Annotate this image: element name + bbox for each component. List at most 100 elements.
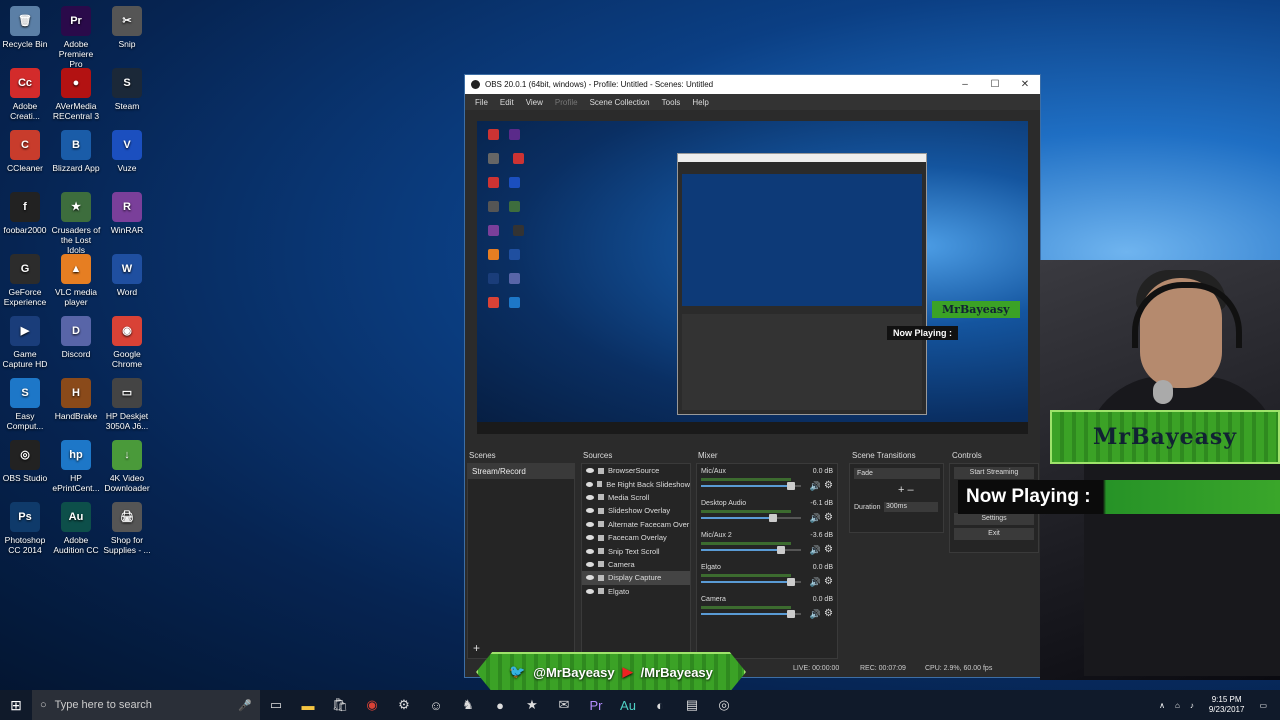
- volume-slider[interactable]: [701, 578, 801, 586]
- menu-help[interactable]: Help: [692, 98, 708, 107]
- desktop-icon[interactable]: ★ Crusaders of the Lost Idols: [51, 192, 101, 255]
- menu-profile[interactable]: Profile: [555, 98, 578, 107]
- source-item[interactable]: Display Capture: [582, 571, 690, 585]
- start-button[interactable]: ⊞: [0, 690, 32, 720]
- eye-icon[interactable]: [586, 575, 594, 581]
- volume-slider[interactable]: [701, 546, 801, 554]
- speaker-icon[interactable]: 🔊: [810, 513, 821, 524]
- scene-item[interactable]: Stream/Record: [468, 464, 574, 479]
- desktop-icon[interactable]: B Blizzard App: [51, 130, 101, 173]
- desktop-icon[interactable]: Cc Adobe Creati...: [0, 68, 50, 121]
- mail-icon[interactable]: ✉: [548, 697, 580, 713]
- steam-icon[interactable]: ⚙: [388, 697, 420, 713]
- desktop-icon[interactable]: ◎ OBS Studio: [0, 440, 50, 483]
- eye-icon[interactable]: [586, 468, 594, 474]
- close-button[interactable]: ✕: [1010, 75, 1040, 94]
- menu-file[interactable]: File: [475, 98, 488, 107]
- eye-icon[interactable]: [586, 588, 594, 594]
- source-item[interactable]: Snip Text Scroll: [582, 544, 690, 557]
- lock-icon[interactable]: [598, 494, 604, 501]
- source-item[interactable]: Facecam Overlay: [582, 531, 690, 544]
- lock-icon[interactable]: [598, 588, 604, 595]
- gear-icon[interactable]: ⚙: [824, 608, 833, 619]
- desktop-icon[interactable]: Pr Adobe Premiere Pro: [51, 6, 101, 69]
- desktop-icon[interactable]: 🗑 Recycle Bin: [0, 6, 50, 49]
- desktop-icon[interactable]: V Vuze: [102, 130, 152, 173]
- lock-icon[interactable]: [598, 534, 604, 541]
- preview-canvas[interactable]: Now Playing : MrBayeasy: [477, 121, 1028, 434]
- add-scene-button[interactable]: +: [473, 641, 480, 655]
- taskbar-search[interactable]: ○ Type here to search 🎤: [32, 690, 260, 720]
- obs-titlebar[interactable]: OBS 20.0.1 (64bit, windows) - Profile: U…: [465, 75, 1040, 94]
- source-item[interactable]: Elgato: [582, 585, 690, 598]
- gear-icon[interactable]: ⚙: [824, 512, 833, 523]
- eye-icon[interactable]: [586, 494, 594, 500]
- app-icon[interactable]: ◐: [644, 698, 676, 713]
- task-view-icon[interactable]: ▭: [260, 697, 292, 713]
- premiere-icon[interactable]: Pr: [580, 698, 612, 713]
- store-icon[interactable]: 🛍: [324, 697, 356, 713]
- notepad-icon[interactable]: ▤: [676, 697, 708, 713]
- duration-input[interactable]: 300ms: [884, 502, 938, 512]
- menu-edit[interactable]: Edit: [500, 98, 514, 107]
- desktop-icon[interactable]: Au Adobe Audition CC: [51, 502, 101, 555]
- lock-icon[interactable]: [596, 481, 603, 488]
- source-item[interactable]: Be Right Back Slideshow: [582, 477, 690, 490]
- volume-slider[interactable]: [701, 482, 801, 490]
- clock[interactable]: 9:15 PM 9/23/2017: [1209, 695, 1245, 715]
- desktop-icon[interactable]: ✂ Snip: [102, 6, 152, 49]
- source-item[interactable]: Media Scroll: [582, 491, 690, 504]
- desktop-icon[interactable]: Ps Photoshop CC 2014: [0, 502, 50, 555]
- avermedia-icon[interactable]: ●: [484, 698, 516, 713]
- desktop-icon[interactable]: ▭ HP Deskjet 3050A J6...: [102, 378, 152, 431]
- desktop-icon[interactable]: f foobar2000: [0, 192, 50, 235]
- lock-icon[interactable]: [598, 521, 604, 528]
- desktop-icon[interactable]: ▲ VLC media player: [51, 254, 101, 307]
- start-streaming-button[interactable]: Start Streaming: [954, 467, 1034, 479]
- speaker-icon[interactable]: 🔊: [810, 609, 821, 620]
- audition-icon[interactable]: Au: [612, 698, 644, 713]
- desktop-icon[interactable]: 🖨 Shop for Supplies - ...: [102, 502, 152, 555]
- exit-button[interactable]: Exit: [954, 528, 1034, 540]
- transition-select[interactable]: Fade: [854, 468, 940, 479]
- notifications-icon[interactable]: ▭: [1259, 701, 1267, 710]
- file-explorer-icon[interactable]: ▬: [292, 698, 324, 713]
- chevron-up-icon[interactable]: ∧: [1159, 701, 1165, 710]
- source-item[interactable]: Slideshow Overlay: [582, 504, 690, 517]
- lock-icon[interactable]: [598, 574, 604, 581]
- menu-view[interactable]: View: [526, 98, 543, 107]
- speaker-icon[interactable]: 🔊: [810, 577, 821, 588]
- desktop-icon[interactable]: C CCleaner: [0, 130, 50, 173]
- gear-icon[interactable]: ⚙: [824, 576, 833, 587]
- lock-icon[interactable]: [598, 561, 604, 568]
- add-transition-button[interactable]: + –: [898, 484, 914, 496]
- desktop-icon[interactable]: D Discord: [51, 316, 101, 359]
- minimize-button[interactable]: –: [950, 75, 980, 94]
- volume-slider[interactable]: [701, 514, 801, 522]
- desktop-icon[interactable]: hp HP ePrintCent...: [51, 440, 101, 493]
- eye-icon[interactable]: [586, 508, 594, 514]
- desktop-icon[interactable]: W Word: [102, 254, 152, 297]
- obs-taskbar-icon[interactable]: ◎: [708, 697, 740, 713]
- crusaders-icon[interactable]: ★: [516, 697, 548, 713]
- speaker-icon[interactable]: 🔊: [810, 545, 821, 556]
- settings-button[interactable]: Settings: [954, 513, 1034, 525]
- source-item[interactable]: BrowserSource: [582, 464, 690, 477]
- desktop-icon[interactable]: R WinRAR: [102, 192, 152, 235]
- menu-scene-collection[interactable]: Scene Collection: [590, 98, 650, 107]
- lock-icon[interactable]: [598, 548, 604, 555]
- microphone-icon[interactable]: 🎤: [238, 699, 252, 712]
- desktop-icon[interactable]: ↓ 4K Video Downloader: [102, 440, 152, 493]
- volume-slider[interactable]: [701, 610, 801, 618]
- eye-icon[interactable]: [586, 481, 593, 487]
- desktop-icon[interactable]: S Easy Comput...: [0, 378, 50, 431]
- source-item[interactable]: Camera: [582, 558, 690, 571]
- source-item[interactable]: Alternate Facecam Over: [582, 518, 690, 531]
- desktop-icon[interactable]: ◉ Google Chrome: [102, 316, 152, 369]
- eye-icon[interactable]: [586, 561, 594, 567]
- menu-tools[interactable]: Tools: [662, 98, 681, 107]
- discord-icon[interactable]: ☺: [420, 698, 452, 713]
- desktop-icon[interactable]: G GeForce Experience: [0, 254, 50, 307]
- eye-icon[interactable]: [586, 548, 594, 554]
- chrome-icon[interactable]: ◉: [356, 697, 388, 713]
